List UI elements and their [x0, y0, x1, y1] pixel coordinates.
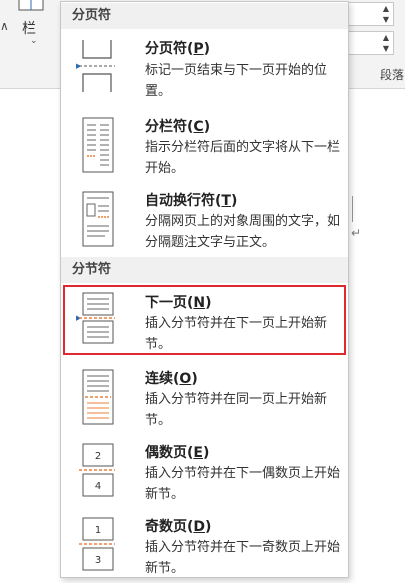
columns-button-label[interactable]: 栏 — [22, 18, 36, 38]
continuous-description: 插入分节符并在同一页上开始新节。 — [145, 392, 328, 428]
text-wrapping-break-title: 自动换行符(T) — [145, 193, 238, 209]
text-cursor — [352, 196, 353, 222]
paragraph-group-label: 段落 — [380, 68, 405, 82]
columns-icon — [18, 0, 44, 11]
even-page-title: 偶数页(E) — [145, 445, 210, 461]
even-page-description: 插入分节符并在下一偶数页上开始新节。 — [145, 466, 341, 502]
partial-ribbon-glyph: ∧ — [0, 19, 9, 33]
column-break-description: 指示分栏符后面的文字将从下一栏开始。 — [145, 140, 341, 176]
spacing-before-spinner[interactable]: ▲ ▼ — [348, 2, 394, 26]
next-page-section-icon — [79, 292, 115, 344]
odd-page-title: 奇数页(D) — [145, 519, 212, 535]
chevron-down-icon[interactable]: ⌄ — [30, 36, 38, 46]
menu-item-column-break[interactable]: 分栏符(C) 指示分栏符后面的文字将从下一栏开始。 — [63, 108, 346, 182]
odd-page-num-bottom: 3 — [95, 555, 101, 566]
next-page-description: 插入分节符并在下一页上开始新节。 — [145, 316, 328, 352]
paragraph-mark-icon: ↵ — [351, 226, 362, 240]
page-break-description: 标记一页结束与下一页开始的位置。 — [145, 63, 328, 99]
spinner-arrows-icon[interactable]: ▲ ▼ — [379, 3, 393, 25]
even-page-section-icon: 2 4 — [79, 443, 115, 497]
column-break-icon — [82, 117, 114, 173]
menu-item-odd-page[interactable]: 1 3 奇数页(D) 插入分节符并在下一奇数页上开始新节。 — [63, 510, 346, 578]
odd-page-description: 插入分节符并在下一奇数页上开始新节。 — [145, 540, 341, 576]
odd-page-section-icon: 1 3 — [79, 517, 115, 571]
menu-item-next-page[interactable]: ▶ 下一页(N) 插入分节符并在下一页上开始新节。 — [63, 285, 346, 355]
even-page-num-bottom: 4 — [95, 481, 101, 492]
column-break-title: 分栏符(C) — [145, 119, 211, 135]
spinner-arrows-icon[interactable]: ▲ ▼ — [379, 32, 393, 54]
menu-item-continuous[interactable]: 连续(O) 插入分节符并在同一页上开始新节。 — [63, 362, 346, 434]
page-break-title: 分页符(P) — [145, 41, 211, 57]
menu-item-text-wrapping-break[interactable]: 自动换行符(T) 分隔网页上的对象周围的文字，如分隔题注文字与正文。 — [63, 184, 346, 256]
text-wrapping-break-description: 分隔网页上的对象周围的文字，如分隔题注文字与正文。 — [145, 214, 341, 250]
even-page-num-top: 2 — [95, 451, 101, 462]
breaks-dropdown-menu: 分页符 ▶ 分页符(P) 标记一页结束与下一页开始的位置。 分栏符(C) 指示分… — [60, 1, 349, 578]
menu-item-even-page[interactable]: 2 4 偶数页(E) 插入分节符并在下一偶数页上开始新节。 — [63, 436, 346, 508]
page-break-icon — [79, 40, 115, 92]
spacing-after-spinner[interactable]: ▲ ▼ — [348, 31, 394, 55]
menu-item-page-break[interactable]: ▶ 分页符(P) 标记一页结束与下一页开始的位置。 — [63, 32, 346, 104]
section-header-section-breaks: 分节符 — [61, 257, 348, 283]
continuous-section-icon — [82, 369, 114, 425]
text-wrapping-break-icon — [82, 191, 114, 247]
next-page-title: 下一页(N) — [145, 295, 212, 311]
section-header-page-breaks: 分页符 — [61, 3, 348, 29]
continuous-title: 连续(O) — [145, 371, 198, 387]
odd-page-num-top: 1 — [95, 525, 101, 536]
